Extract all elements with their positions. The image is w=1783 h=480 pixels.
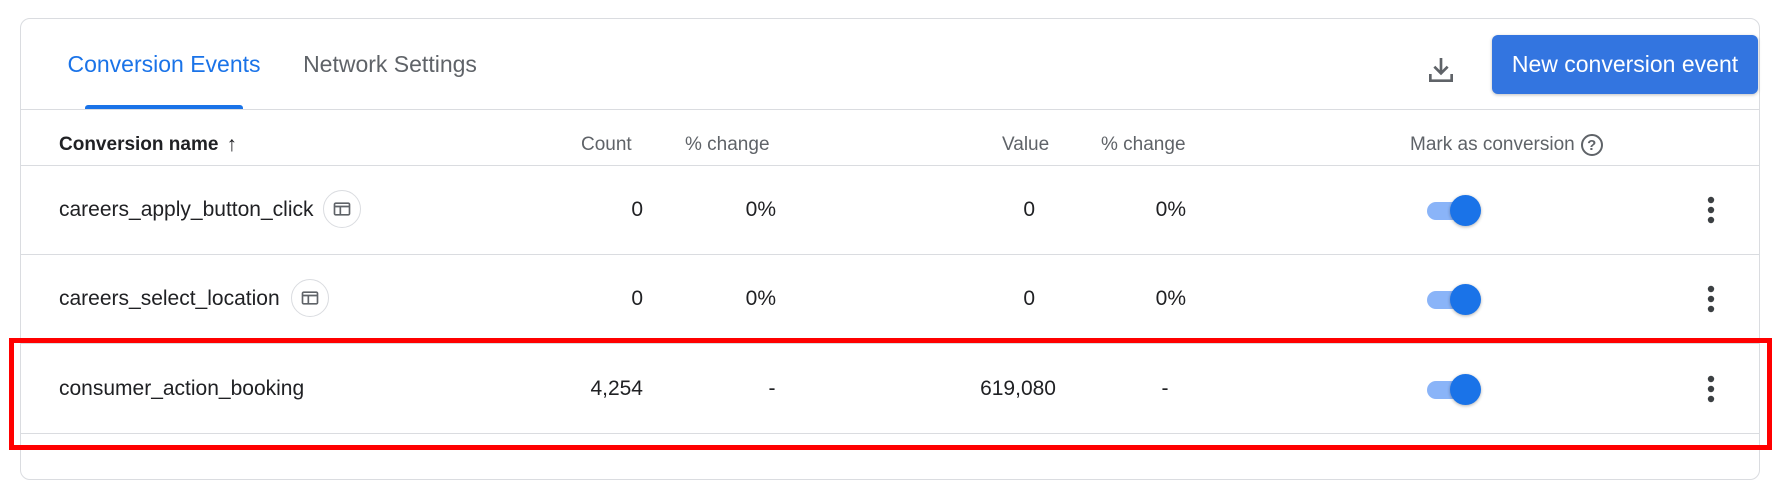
more-options-button[interactable] [1691, 190, 1731, 230]
mark-as-conversion-toggle[interactable] [1423, 372, 1481, 406]
count-value: 4,254 [590, 377, 643, 400]
row-divider [21, 343, 1759, 344]
web-stream-icon [291, 279, 329, 317]
value-amount: 0 [1023, 198, 1035, 221]
download-icon [1429, 58, 1453, 82]
toggle-thumb [1450, 284, 1481, 315]
help-icon[interactable]: ? [1580, 134, 1603, 156]
more-vert-icon [1707, 375, 1715, 403]
value-change-value: 0% [1155, 198, 1186, 221]
count-change-value: - [768, 377, 776, 400]
mark-as-conversion-toggle[interactable] [1423, 282, 1481, 316]
table-row: consumer_action_booking 4,254 - 619,080 … [21, 345, 1759, 433]
row-divider [21, 433, 1759, 434]
column-header-label: Mark as conversion [1410, 134, 1575, 155]
value-change-value: - [1161, 377, 1169, 400]
toggle-thumb [1450, 374, 1481, 405]
table-row: careers_select_location 0 0% 0 0% [21, 255, 1759, 343]
value-amount: 0 [1023, 287, 1035, 310]
count-value: 0 [631, 287, 643, 310]
conversion-events-card: Conversion Events Network Settings New c… [20, 18, 1760, 480]
new-conversion-event-button[interactable]: New conversion event [1492, 35, 1758, 94]
toggle-thumb [1450, 195, 1481, 226]
value-change-value: 0% [1155, 287, 1186, 310]
column-header-label: Conversion name [59, 134, 219, 155]
table-row: careers_apply_button_click 0 0% 0 0% [21, 166, 1759, 254]
count-value: 0 [631, 198, 643, 221]
download-button[interactable] [1416, 45, 1466, 95]
conversion-name: consumer_action_booking [59, 377, 305, 400]
more-vert-icon [1707, 285, 1715, 313]
value-amount: 619,080 [980, 377, 1056, 400]
conversion-name: careers_apply_button_click [59, 198, 314, 221]
sort-ascending-icon: ↑ [226, 133, 237, 156]
more-vert-icon [1707, 196, 1715, 224]
tab-network-settings[interactable]: Network Settings [303, 19, 477, 109]
mark-as-conversion-toggle[interactable] [1423, 193, 1481, 227]
count-change-value: 0% [745, 198, 776, 221]
conversion-name: careers_select_location [59, 287, 280, 310]
web-stream-icon [323, 190, 361, 228]
tab-conversion-events[interactable]: Conversion Events [65, 19, 263, 109]
count-change-value: 0% [745, 287, 776, 310]
more-options-button[interactable] [1691, 369, 1731, 409]
more-options-button[interactable] [1691, 279, 1731, 319]
